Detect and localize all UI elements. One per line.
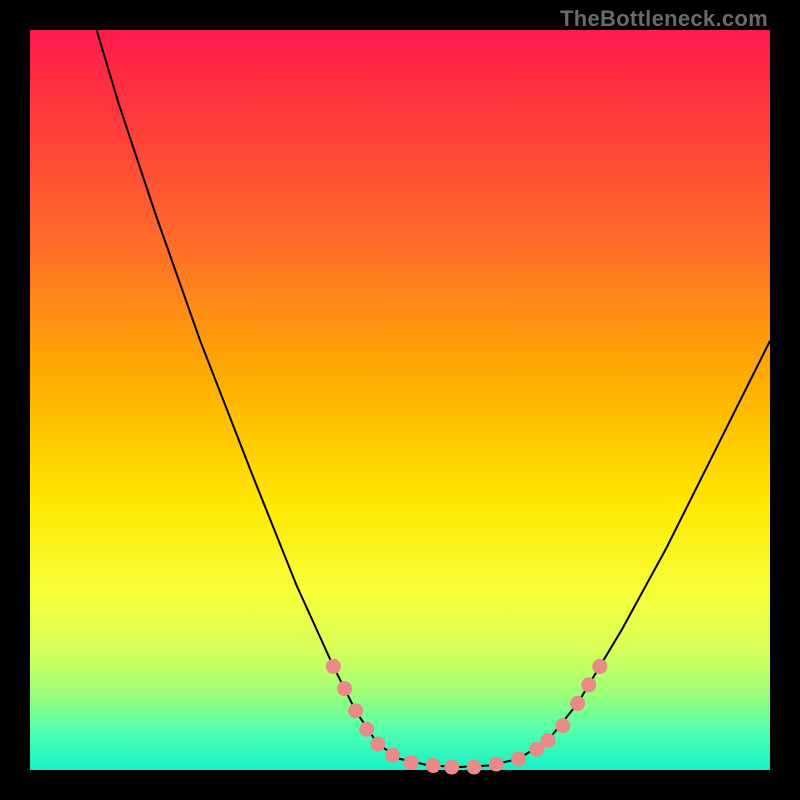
curve-marker [445, 760, 459, 774]
curve-marker [556, 719, 570, 733]
plot-area [30, 30, 770, 770]
curve-marker [541, 733, 555, 747]
curve-marker [426, 759, 440, 773]
curve-marker [582, 678, 596, 692]
curve-marker [571, 696, 585, 710]
curve-marker [593, 659, 607, 673]
attribution-label: TheBottleneck.com [560, 6, 768, 32]
curve-marker [349, 704, 363, 718]
curve-marker [360, 722, 374, 736]
bottleneck-curve [97, 30, 770, 767]
curve-marker [338, 682, 352, 696]
curve-marker [386, 748, 400, 762]
curve-marker [404, 756, 418, 770]
marker-group [326, 659, 606, 774]
chart-wrapper: TheBottleneck.com [0, 0, 800, 800]
curve-marker [467, 760, 481, 774]
curve-marker [511, 752, 525, 766]
curve-marker [371, 737, 385, 751]
curve-marker [489, 757, 503, 771]
curve-layer [30, 30, 770, 770]
curve-marker [326, 659, 340, 673]
